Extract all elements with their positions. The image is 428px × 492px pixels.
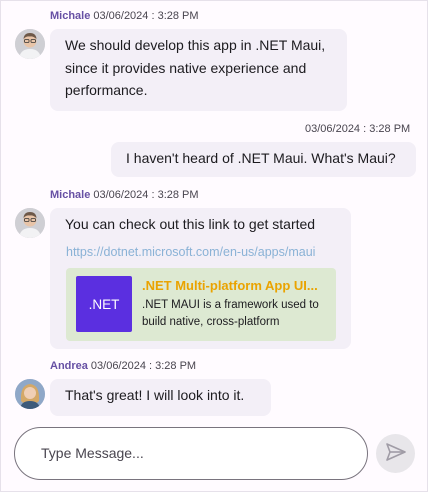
message-author: Andrea [50, 360, 88, 372]
send-button[interactable] [376, 434, 415, 473]
message-header: Michale 03/06/2024 : 3:28 PM [50, 10, 199, 22]
message-author: Michale [50, 189, 91, 201]
message-bubble: I haven't heard of .NET Maui. What's Mau… [111, 142, 416, 177]
link-preview-thumbnail: .NET [76, 276, 132, 332]
link-preview-desc-line: build native, cross-platform [142, 315, 280, 328]
message-timestamp: 03/06/2024 : 3:28 PM [93, 189, 199, 201]
message-text-line: I haven't heard of .NET Maui. What's Mau… [126, 150, 396, 166]
message-timestamp: 03/06/2024 : 3:28 PM [305, 123, 411, 135]
message-text-line: performance. [65, 82, 148, 98]
message-bubble: We should develop this app in .NET Maui,… [50, 29, 347, 111]
message-timestamp: 03/06/2024 : 3:28 PM [93, 10, 199, 22]
message-header: Andrea 03/06/2024 : 3:28 PM [50, 360, 196, 372]
chat-window: Michale 03/06/2024 : 3:28 PM We should de… [0, 0, 428, 492]
message-link[interactable]: https://dotnet.microsoft.com/en-us/apps/… [66, 245, 315, 259]
link-preview-title: .NET Multi-platform App UI... [142, 278, 318, 293]
female-avatar-icon[interactable] [15, 379, 45, 409]
male-avatar-icon[interactable] [15, 208, 45, 238]
message-text-line: That's great! I will look into it. [65, 387, 245, 403]
link-preview-description: .NET MAUI is a framework used to build n… [142, 297, 332, 330]
message-text-line: We should develop this app in .NET Maui, [65, 37, 326, 53]
message-text-line: since it provides native experience and [65, 59, 307, 76]
male-avatar-icon[interactable] [15, 29, 45, 59]
message-bubble: That's great! I will look into it. [50, 379, 271, 416]
send-icon [385, 443, 406, 464]
link-preview-card[interactable]: .NET .NET Multi-platform App UI... .NET … [66, 268, 336, 341]
message-input[interactable] [41, 442, 341, 464]
message-composer [14, 427, 368, 480]
message-text-line: You can check out this link to get start… [65, 216, 316, 232]
message-header: 03/06/2024 : 3:28 PM [305, 123, 410, 135]
link-preview-desc-line: .NET MAUI is a framework used to [142, 299, 319, 311]
message-timestamp: 03/06/2024 : 3:28 PM [90, 360, 197, 372]
message-header: Michale 03/06/2024 : 3:28 PM [50, 189, 199, 201]
message-author: Michale [50, 10, 91, 22]
